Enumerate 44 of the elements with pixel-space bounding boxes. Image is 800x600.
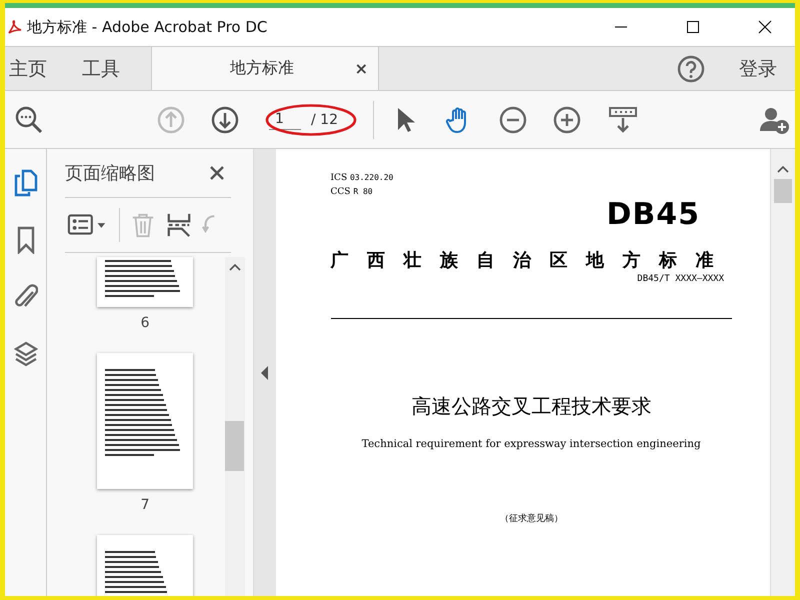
page-number-field[interactable]: 1 <box>269 109 301 130</box>
ics-code: 03.220.20 <box>350 173 394 182</box>
panel-title: 页面缩略图 <box>65 162 156 185</box>
sign-in-link[interactable]: 登录 <box>739 56 777 82</box>
layers-icon[interactable] <box>14 340 38 368</box>
standard-code: DB45/T XXXX—XXXX <box>637 274 724 284</box>
tab-close-button[interactable]: × <box>354 59 368 78</box>
ccs-code: R 80 <box>353 187 373 196</box>
document-tab[interactable]: 地方标准 × <box>151 47 379 90</box>
nav-tab[interactable]: 主页 <box>5 47 60 90</box>
scrollbar-thumb[interactable] <box>225 421 244 471</box>
scrollbar[interactable] <box>770 149 795 596</box>
page-number-label: 7 <box>140 497 150 513</box>
close-icon[interactable] <box>208 165 225 181</box>
scroll-mode-icon[interactable] <box>609 106 637 134</box>
collapse-arrow-icon[interactable] <box>260 366 269 380</box>
ccs-label: CCS <box>330 187 350 197</box>
page-number-label: 6 <box>140 315 150 331</box>
ics-label: ICS <box>330 173 348 183</box>
window-title: 地方标准 - Adobe Acrobat Pro DC <box>27 18 268 36</box>
standard-heading: 广西壮族自治区地方标准 <box>330 249 732 272</box>
english-title: Technical requirement for expressway intersection engineering <box>362 438 701 450</box>
zoom-out-icon[interactable] <box>499 106 527 134</box>
close-icon[interactable] <box>758 20 772 34</box>
page-total: / 12 <box>311 112 338 128</box>
db45-logo: DB45 <box>606 197 700 232</box>
help-icon[interactable] <box>677 54 705 82</box>
maximize-icon[interactable] <box>686 20 700 34</box>
zoom-in-icon[interactable] <box>553 106 581 134</box>
draft-note: （征求意见稿） <box>500 512 563 525</box>
scrollbar[interactable] <box>224 257 245 596</box>
document-title: 高速公路交叉工程技术要求 <box>411 393 652 420</box>
scrollbar-thumb[interactable] <box>774 179 792 203</box>
tab-label: 地方标准 <box>230 58 294 79</box>
page-thumbnail[interactable] <box>97 257 194 307</box>
acrobat-logo-icon <box>7 19 23 35</box>
scroll-up-icon[interactable] <box>228 263 241 271</box>
pages-icon[interactable] <box>14 169 38 197</box>
scroll-up-icon[interactable] <box>777 165 789 173</box>
insert-page-icon[interactable] <box>166 211 192 239</box>
page-thumbnail[interactable] <box>97 353 194 489</box>
nav-tab[interactable]: 工具 <box>78 47 133 90</box>
search-icon[interactable] <box>15 106 43 134</box>
add-user-icon[interactable] <box>760 106 790 134</box>
